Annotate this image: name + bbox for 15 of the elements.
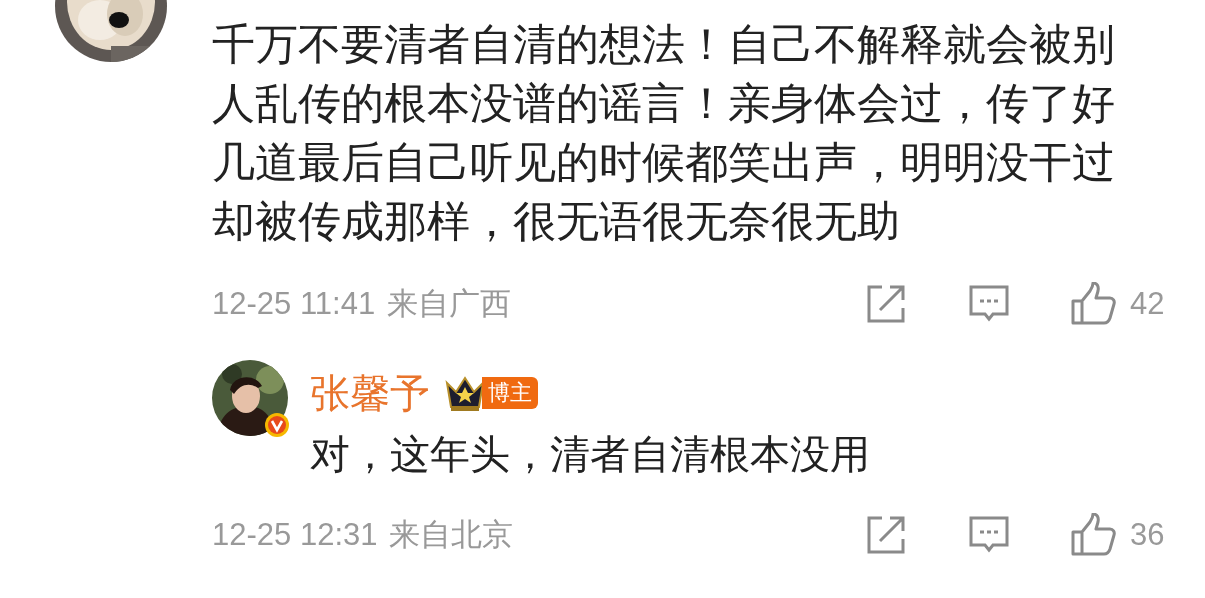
timestamp: 12-25 11:41 xyxy=(212,285,376,323)
location: 来自北京 xyxy=(389,515,514,554)
share-icon[interactable] xyxy=(866,514,906,555)
timestamp: 12-25 12:31 xyxy=(212,515,378,554)
like-count: 42 xyxy=(1130,285,1166,323)
comment-text: 千万不要清者自清的想法！自己不解释就会被别人乱传的根本没谱的谣言！亲身体会过，传了好几道最后自己听见的时候都笑出声，明明没干过却被传成那样，很无语很无奈很无助 xyxy=(212,19,1116,247)
share-icon[interactable] xyxy=(866,284,906,325)
like-count: 36 xyxy=(1130,515,1166,554)
comment-icon[interactable] xyxy=(968,514,1010,555)
reply-text: 对，这年头，清者自清根本没用 xyxy=(310,430,871,478)
location: 来自广西 xyxy=(387,285,512,323)
thumbs-up-icon[interactable] xyxy=(1070,512,1116,557)
username[interactable]: 张馨予 xyxy=(310,362,430,423)
thumbs-up-icon[interactable] xyxy=(1070,282,1116,327)
blogger-badge: 博主 xyxy=(482,376,538,409)
